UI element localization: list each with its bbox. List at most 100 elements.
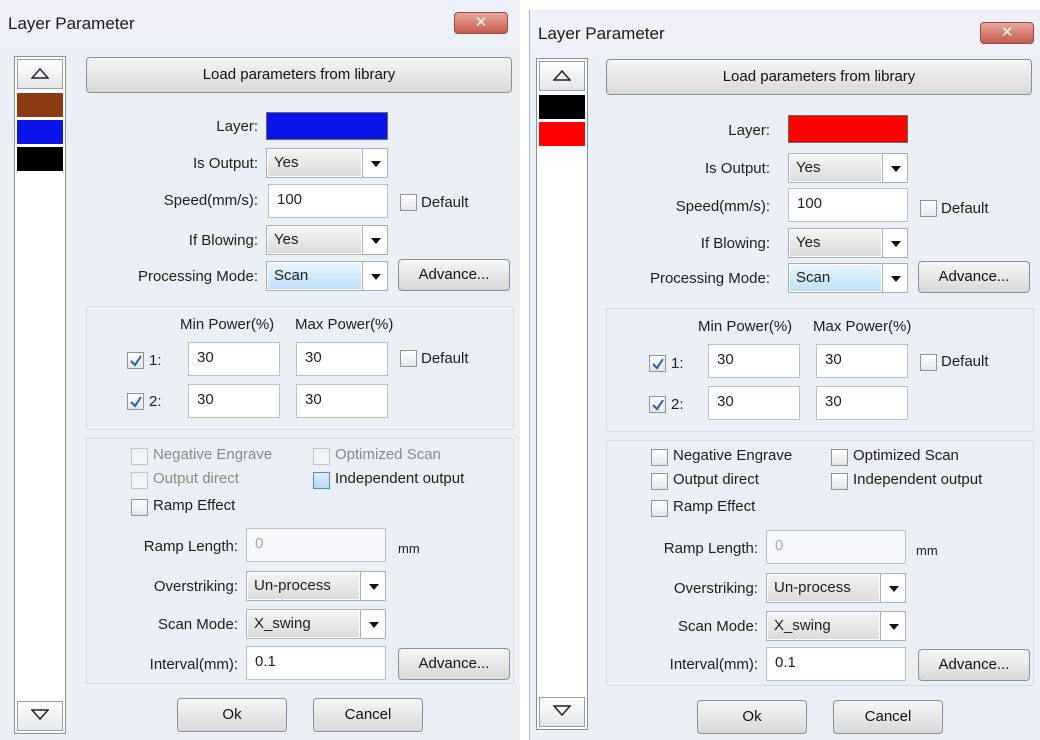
load-parameters-button[interactable]: Load parameters from library bbox=[86, 57, 512, 93]
overstriking-select[interactable]: Un-process bbox=[766, 573, 906, 603]
interval-label: Interval(mm): bbox=[669, 656, 758, 673]
interval-label: Interval(mm): bbox=[149, 656, 238, 673]
cancel-button[interactable]: Cancel bbox=[833, 700, 943, 734]
ramp-length-input[interactable]: 0 bbox=[246, 528, 386, 562]
scroll-down-button[interactable] bbox=[17, 701, 63, 731]
speed-default-checkbox[interactable] bbox=[400, 194, 417, 211]
chevron-down-icon[interactable] bbox=[882, 154, 907, 182]
power-default-checkbox[interactable] bbox=[400, 350, 417, 367]
scroll-up-button[interactable] bbox=[539, 61, 585, 91]
chevron-down-icon[interactable] bbox=[880, 612, 905, 640]
is-output-select[interactable]: Yes bbox=[266, 148, 388, 178]
ramp-effect-checkbox[interactable] bbox=[651, 500, 668, 517]
optimized-scan-label: Optimized Scan bbox=[335, 446, 441, 463]
power-2-checkbox[interactable] bbox=[649, 396, 666, 413]
layer-list[interactable] bbox=[536, 58, 588, 730]
optimized-scan-checkbox[interactable] bbox=[831, 449, 848, 466]
layer-color-box[interactable] bbox=[266, 112, 388, 140]
layer-swatch[interactable] bbox=[539, 122, 585, 146]
layer-parameter-dialog-1: Layer Parameter ✕ Load parameters from l… bbox=[0, 0, 520, 740]
power-1-checkbox[interactable] bbox=[127, 352, 144, 369]
chevron-down-icon[interactable] bbox=[362, 262, 387, 290]
close-button[interactable]: ✕ bbox=[454, 12, 508, 34]
overstriking-value: Un-process bbox=[768, 575, 879, 601]
power-default-checkbox[interactable] bbox=[920, 354, 937, 371]
ok-button[interactable]: Ok bbox=[697, 700, 807, 734]
negative-engrave-checkbox[interactable] bbox=[651, 449, 668, 466]
load-parameters-button[interactable]: Load parameters from library bbox=[606, 59, 1032, 95]
advance-button[interactable]: Advance... bbox=[918, 261, 1030, 293]
layer-swatch[interactable] bbox=[17, 93, 63, 117]
independent-output-label: Independent output bbox=[335, 470, 465, 487]
max-power-1-input[interactable]: 30 bbox=[816, 344, 908, 378]
speed-input[interactable]: 100 bbox=[268, 184, 388, 218]
overstriking-value: Un-process bbox=[248, 573, 359, 599]
independent-output-checkbox[interactable] bbox=[831, 473, 848, 490]
advance-button[interactable]: Advance... bbox=[398, 259, 510, 291]
speed-default-checkbox[interactable] bbox=[920, 200, 937, 217]
scan-mode-select[interactable]: X_swing bbox=[766, 611, 906, 641]
chevron-down-icon[interactable] bbox=[882, 264, 907, 292]
cancel-button[interactable]: Cancel bbox=[313, 698, 423, 732]
ok-button[interactable]: Ok bbox=[177, 698, 287, 732]
output-direct-checkbox[interactable] bbox=[651, 473, 668, 490]
independent-output-checkbox[interactable] bbox=[313, 472, 330, 489]
min-power-2-input[interactable]: 30 bbox=[708, 386, 800, 420]
min-power-1-input[interactable]: 30 bbox=[188, 342, 280, 376]
max-power-2-input[interactable]: 30 bbox=[296, 384, 388, 418]
power-2-checkbox[interactable] bbox=[127, 393, 144, 410]
scroll-up-button[interactable] bbox=[17, 59, 63, 89]
chevron-down-icon[interactable] bbox=[880, 574, 905, 602]
layer-color-box[interactable] bbox=[788, 115, 908, 143]
chevron-down-icon[interactable] bbox=[362, 149, 387, 177]
output-direct-label: Output direct bbox=[673, 471, 759, 488]
divider bbox=[520, 0, 529, 740]
interval-input[interactable]: 0.1 bbox=[766, 647, 906, 681]
processing-mode-select[interactable]: Scan bbox=[788, 263, 908, 293]
if-blowing-select[interactable]: Yes bbox=[788, 228, 908, 258]
layer-swatch[interactable] bbox=[539, 95, 585, 119]
ramp-length-unit: mm bbox=[398, 541, 420, 556]
checkmark-icon bbox=[130, 396, 142, 408]
optimized-scan-checkbox[interactable] bbox=[313, 448, 330, 465]
chevron-down-icon[interactable] bbox=[360, 572, 385, 600]
power-1-checkbox[interactable] bbox=[649, 355, 666, 372]
overstriking-select[interactable]: Un-process bbox=[246, 571, 386, 601]
max-power-1-input[interactable]: 30 bbox=[296, 342, 388, 376]
layer-swatch[interactable] bbox=[17, 120, 63, 144]
interval-advance-button[interactable]: Advance... bbox=[398, 648, 510, 680]
layer-swatch[interactable] bbox=[17, 147, 63, 171]
negative-engrave-checkbox[interactable] bbox=[131, 448, 148, 465]
is-output-label: Is Output: bbox=[192, 155, 258, 172]
ramp-effect-checkbox[interactable] bbox=[131, 499, 148, 516]
if-blowing-select[interactable]: Yes bbox=[266, 225, 388, 255]
layer-list[interactable] bbox=[14, 56, 66, 734]
checkmark-icon bbox=[652, 358, 664, 370]
min-power-1-input[interactable]: 30 bbox=[708, 344, 800, 378]
max-power-2-input[interactable]: 30 bbox=[816, 386, 908, 420]
is-output-select[interactable]: Yes bbox=[788, 153, 908, 183]
is-output-label: Is Output: bbox=[704, 160, 770, 177]
interval-input[interactable]: 0.1 bbox=[246, 646, 386, 680]
close-button[interactable]: ✕ bbox=[980, 22, 1034, 44]
if-blowing-label: If Blowing: bbox=[188, 232, 258, 249]
chevron-down-icon[interactable] bbox=[882, 229, 907, 257]
interval-advance-button[interactable]: Advance... bbox=[918, 649, 1030, 681]
triangle-up-icon bbox=[552, 69, 572, 81]
chevron-down-icon[interactable] bbox=[360, 610, 385, 638]
power-1-label: 1: bbox=[671, 355, 684, 372]
output-direct-checkbox[interactable] bbox=[131, 472, 148, 489]
scan-mode-label: Scan Mode: bbox=[677, 618, 758, 635]
negative-engrave-label: Negative Engrave bbox=[153, 446, 273, 463]
ramp-length-input[interactable]: 0 bbox=[766, 530, 906, 564]
ramp-length-label: Ramp Length: bbox=[143, 538, 238, 555]
min-power-2-input[interactable]: 30 bbox=[188, 384, 280, 418]
power-2-label: 2: bbox=[671, 396, 684, 413]
processing-mode-select[interactable]: Scan bbox=[266, 261, 388, 291]
scan-mode-label: Scan Mode: bbox=[157, 616, 238, 633]
scroll-down-button[interactable] bbox=[539, 697, 585, 727]
scan-mode-select[interactable]: X_swing bbox=[246, 609, 386, 639]
speed-input[interactable]: 100 bbox=[788, 188, 908, 222]
chevron-down-icon[interactable] bbox=[362, 226, 387, 254]
power-1-label: 1: bbox=[149, 352, 162, 369]
